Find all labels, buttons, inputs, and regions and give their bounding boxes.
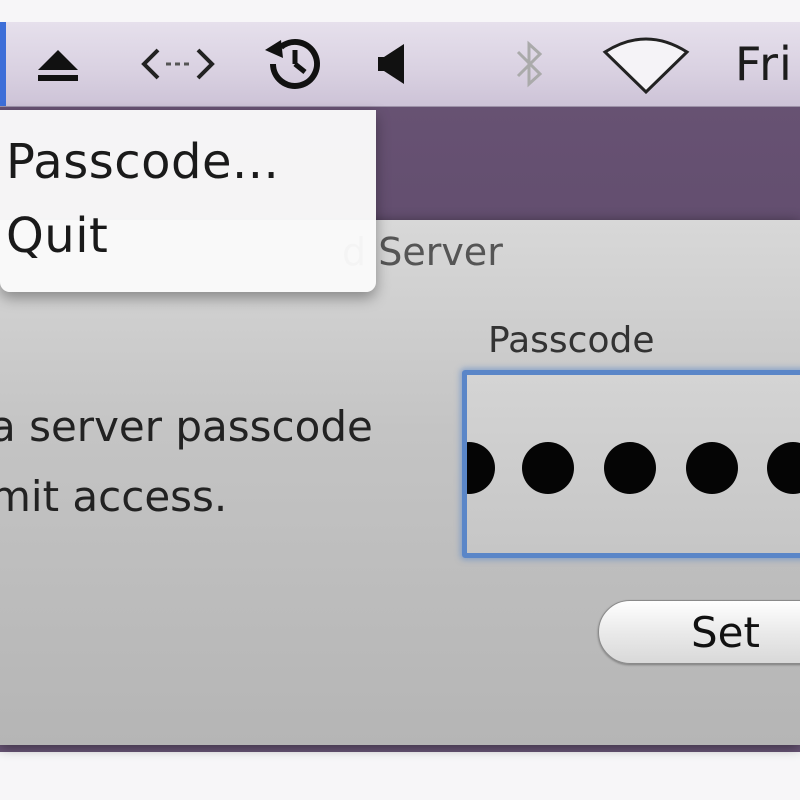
mask-dot [467, 442, 495, 494]
mask-dot [767, 442, 800, 494]
set-button[interactable]: Set [598, 600, 800, 664]
mask-dot [522, 442, 574, 494]
mask-dot [686, 442, 738, 494]
description-text: a server passcode mit access. [0, 392, 373, 532]
bluetooth-icon[interactable] [505, 22, 555, 106]
eject-icon[interactable] [28, 22, 88, 106]
passcode-input[interactable] [462, 370, 800, 558]
menu-bar: Fri [0, 22, 800, 107]
menu-item-quit[interactable]: Quit [6, 208, 108, 264]
passcode-field-label: Passcode [488, 320, 655, 361]
remote-arrows-icon[interactable] [136, 22, 220, 106]
menu-item-passcode[interactable]: Passcode... [6, 134, 279, 190]
mask-dot [604, 442, 656, 494]
volume-icon[interactable] [370, 22, 414, 106]
top-border [0, 0, 800, 22]
status-menu-dropdown: Passcode... Quit [0, 110, 376, 292]
selected-menu-extra-edge[interactable] [0, 22, 6, 106]
wifi-icon[interactable] [600, 22, 692, 106]
passcode-masked-dots [467, 375, 800, 553]
time-machine-icon[interactable] [258, 22, 330, 106]
server-preferences-window: d Server a server passcode mit access. P… [0, 220, 800, 745]
menu-bar-clock[interactable]: Fri [735, 22, 793, 106]
description-line-1: a server passcode [0, 402, 373, 451]
description-line-2: mit access. [0, 472, 228, 521]
bottom-border [0, 752, 800, 800]
